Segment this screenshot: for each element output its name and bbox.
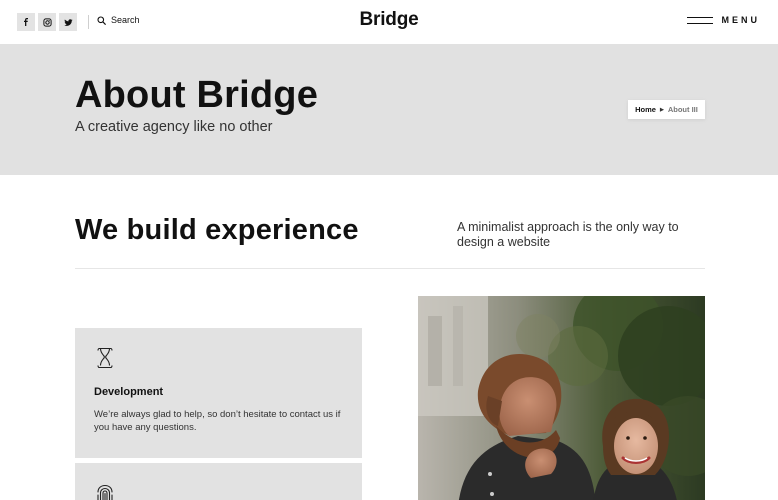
hourglass-icon [94,346,116,375]
service-card-second [75,463,362,500]
service-card-development: Development We’re always glad to help, s… [75,328,362,458]
breadcrumb-home-link[interactable]: Home [635,105,656,114]
section-heading: We build experience [75,214,359,246]
site-logo[interactable]: Bridge [0,9,778,31]
site-header: Search Bridge MENU [0,0,778,44]
title-band: About Bridge A creative agency like no o… [0,44,778,175]
section-divider [75,268,705,269]
breadcrumb-current: About III [667,105,698,114]
hamburger-icon [686,16,713,25]
section-description: A minimalist approach is the only way to… [457,220,679,249]
card-title: Development [94,386,164,398]
card-text: We’re always glad to help, so don’t hesi… [94,409,341,433]
menu-label: MENU [721,15,760,25]
team-photo [418,296,705,500]
fingerprint-icon [94,483,116,500]
menu-button[interactable]: MENU [686,15,761,25]
breadcrumb-separator-icon: ▶ [659,106,664,113]
page-subtitle: A creative agency like no other [75,119,273,135]
page-title: About Bridge [75,74,319,116]
breadcrumb: Home ▶ About III [628,100,705,119]
